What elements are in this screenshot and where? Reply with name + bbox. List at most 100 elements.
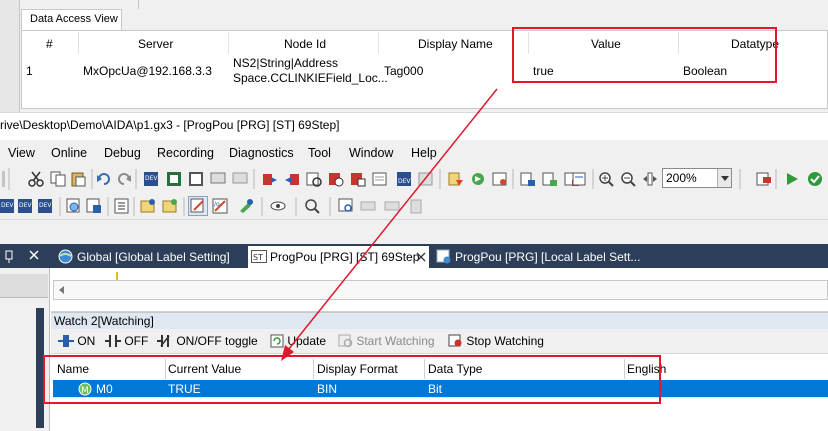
globe-icon (58, 249, 73, 264)
menu-recording[interactable]: Recording (157, 146, 214, 160)
program-read-icon[interactable] (520, 171, 536, 187)
find-icon[interactable] (66, 198, 82, 214)
watch-window-title-bar: Watch 2[Watching] (51, 312, 828, 329)
editor-horizontal-scrollbar[interactable] (53, 280, 828, 300)
device-batch-icon[interactable]: DEV (17, 198, 33, 214)
row-display-name[interactable]: Tag000 (384, 64, 423, 78)
clipboard-icon (410, 199, 422, 214)
monitor-icon[interactable] (210, 171, 226, 187)
monitor-stop-icon[interactable] (232, 171, 248, 187)
device-memory-icon[interactable]: DEV (0, 198, 16, 214)
contact-off-icon (105, 335, 121, 347)
redo-icon[interactable] (116, 171, 132, 187)
st-editor[interactable] (51, 268, 828, 312)
menu-debug[interactable]: Debug (104, 146, 141, 160)
update-button[interactable]: Update (270, 334, 326, 348)
ladder-edit-icon[interactable] (162, 198, 178, 214)
zoom-in-icon[interactable] (598, 171, 614, 187)
tab-progpou-st[interactable]: ST ProgPou [PRG] [ST] 69Step (248, 246, 429, 268)
column-header-index[interactable]: # (46, 37, 53, 51)
check-circle-icon[interactable] (807, 171, 823, 187)
close-icon[interactable] (29, 250, 39, 260)
tab-close-icon[interactable] (416, 252, 426, 262)
device-write-icon[interactable] (166, 171, 182, 187)
convert-icon[interactable] (470, 171, 486, 187)
write-mode-icon[interactable] (238, 198, 254, 214)
menu-online[interactable]: Online (51, 146, 87, 160)
cross-reference-icon[interactable] (86, 198, 102, 214)
run-icon[interactable] (784, 171, 800, 187)
plc-clear-icon[interactable] (418, 171, 434, 187)
svg-text:DEV: DEV (19, 202, 32, 209)
pin-icon[interactable] (5, 250, 13, 263)
read-mode-icon[interactable]: /o (212, 198, 228, 214)
tab-progpou-local-label[interactable]: ProgPou [PRG] [Local Label Sett... (433, 246, 643, 268)
read-from-plc-icon[interactable] (284, 171, 300, 187)
on-off-toggle-button[interactable]: ON/OFF toggle (157, 334, 258, 348)
column-header-display-name[interactable]: Display Name (418, 37, 493, 51)
plc-memory-icon[interactable] (350, 171, 366, 187)
remote-operation-icon[interactable] (328, 171, 344, 187)
svg-text:DEV: DEV (398, 178, 411, 185)
fit-width-icon[interactable] (642, 171, 658, 187)
off-button[interactable]: OFF (105, 334, 148, 348)
menu-view[interactable]: View (8, 146, 35, 160)
zoom-out-icon[interactable] (620, 171, 636, 187)
convert-all-icon[interactable] (492, 171, 508, 187)
menu-diagnostics[interactable]: Diagnostics (229, 146, 294, 160)
paste-icon[interactable] (70, 171, 86, 187)
on-button[interactable]: ON (58, 334, 95, 348)
menu-help[interactable]: Help (411, 146, 437, 160)
search-icon[interactable] (304, 198, 320, 214)
column-header-node-id[interactable]: Node Id (284, 37, 326, 51)
svg-text:DEV: DEV (1, 202, 14, 209)
svg-text:/o: /o (214, 201, 220, 208)
monitor-mode-icon[interactable] (756, 171, 772, 187)
start-watching-icon (338, 334, 353, 348)
plc-device-icon[interactable]: DEV (396, 171, 412, 187)
tab-global-label-setting[interactable]: Global [Global Label Setting] (55, 246, 245, 268)
copy-icon[interactable] (50, 171, 66, 187)
refresh-icon (270, 334, 284, 348)
undo-icon[interactable] (96, 171, 112, 187)
device-register-icon[interactable]: DEV (37, 198, 53, 214)
stop-watching-button[interactable]: Stop Watching (448, 334, 544, 348)
program-monitor-icon[interactable] (572, 171, 588, 187)
menu-tool[interactable]: Tool (308, 146, 331, 160)
verify-plc-icon[interactable] (306, 171, 322, 187)
device-verify-icon[interactable] (188, 171, 204, 187)
stop-watching-label: Stop Watching (466, 334, 544, 348)
program-write-icon[interactable] (542, 171, 558, 187)
highlight-watch-row-box (43, 355, 661, 404)
ladder-icon[interactable] (140, 198, 156, 214)
highlight-value-datatype-box (512, 27, 777, 83)
find-window-icon[interactable] (338, 198, 354, 214)
menu-window[interactable]: Window (349, 146, 393, 160)
row-node-id-line2[interactable]: Space.CCLINKIEField_Loc... (233, 71, 388, 85)
scroll-left-icon[interactable] (58, 285, 66, 295)
tab-global-label: Global [Global Label Setting] (77, 250, 230, 264)
plc-data-icon[interactable] (372, 171, 388, 187)
cut-icon[interactable] (28, 171, 44, 187)
column-header-server[interactable]: Server (138, 37, 173, 51)
tab-divider (138, 0, 139, 9)
off-button-label: OFF (124, 334, 149, 348)
row-node-id-line1[interactable]: NS2|String|Address (233, 56, 338, 70)
write-to-plc-icon[interactable] (262, 171, 278, 187)
zoom-combo[interactable]: 200% (662, 168, 732, 188)
contact-on-icon (58, 335, 74, 347)
dock-strip (0, 220, 828, 244)
device-read-icon[interactable]: DEV (143, 171, 159, 187)
online-edit-icon[interactable] (448, 171, 464, 187)
watch-eye-icon[interactable] (270, 198, 286, 214)
start-watching-label: Start Watching (356, 334, 435, 348)
zoom-dropdown-button[interactable] (717, 169, 731, 187)
delete-row-icon (384, 201, 400, 211)
row-index[interactable]: 1 (26, 64, 33, 78)
tab-data-access-view[interactable]: Data Access View (21, 9, 122, 30)
start-watching-button[interactable]: Start Watching (338, 334, 435, 348)
list-icon[interactable] (114, 198, 130, 214)
row-server[interactable]: MxOpcUa@192.168.3.3 (83, 64, 212, 78)
pencil-icon (190, 198, 204, 213)
window-title: rive\Desktop\Demo\AIDA\p1.gx3 - [ProgPou… (0, 118, 340, 132)
